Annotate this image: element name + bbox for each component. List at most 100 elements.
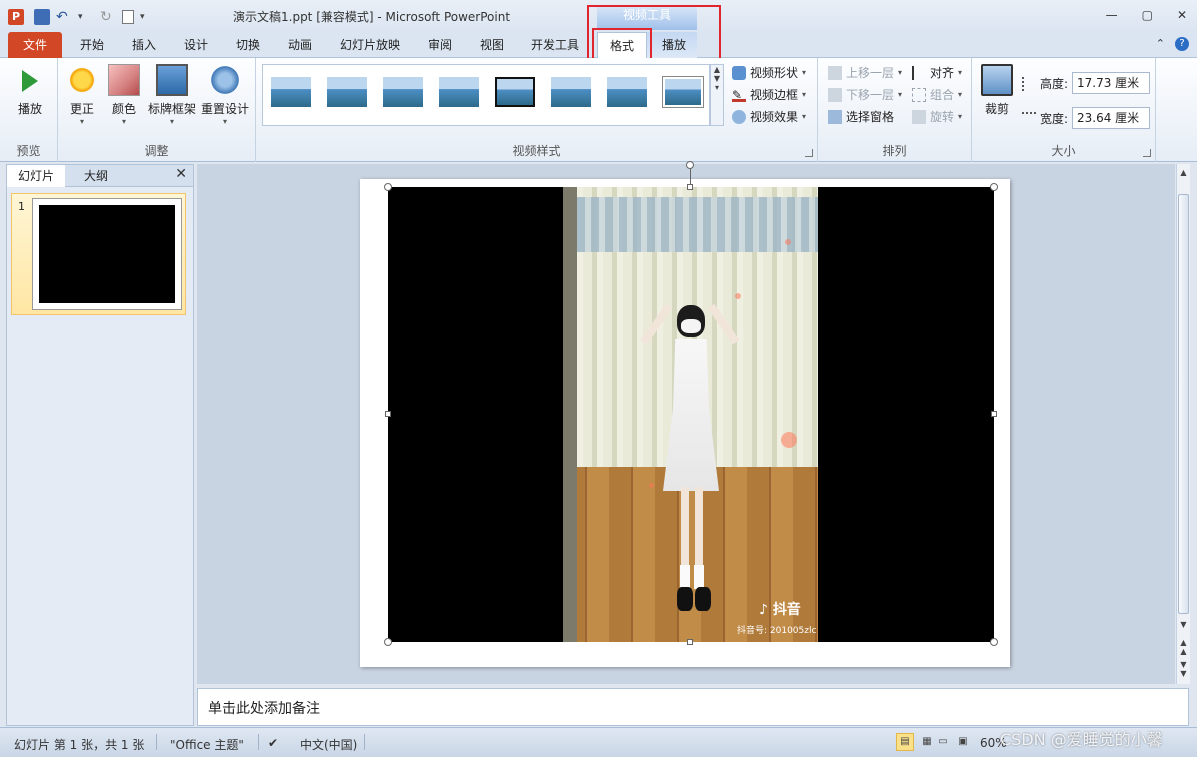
video-border-icon: ✎	[732, 88, 746, 102]
tab-outline[interactable]: 大纲	[67, 165, 125, 187]
gallery-scroll[interactable]: ▲ ▼ ▾	[710, 64, 724, 126]
minimize-icon[interactable]: —	[1106, 8, 1118, 22]
play-icon	[22, 70, 38, 92]
notes-pane[interactable]: 单击此处添加备注	[197, 688, 1189, 726]
language-status[interactable]: 中文(中国)	[300, 736, 357, 753]
ribbon: 播放 预览 更正 ▾ 颜色 ▾ 标牌框架 ▾ 重置设计 ▾ 调整 视频样式 ▲ …	[0, 58, 1197, 162]
video-shape-icon	[732, 65, 746, 80]
help-icon[interactable]: ?	[1175, 37, 1189, 51]
tab-review[interactable]: 审阅	[418, 32, 462, 58]
resize-handle-left[interactable]	[385, 411, 391, 417]
chevron-down-icon: ▾	[898, 90, 903, 99]
resize-handle-top[interactable]	[687, 184, 693, 190]
dancer-mask	[681, 319, 701, 333]
group-objects-icon	[912, 87, 926, 102]
minimize-ribbon-icon[interactable]: ⌃	[1156, 37, 1165, 51]
selection-pane-button[interactable]: 选择窗格	[828, 108, 894, 125]
tab-developer[interactable]: 开发工具	[524, 32, 586, 58]
video-style-thumbnail[interactable]	[271, 77, 311, 107]
scroll-thumb[interactable]	[1178, 194, 1189, 614]
resize-handle-right[interactable]	[991, 411, 997, 417]
vertical-scrollbar[interactable]: ▲ ▼ ▲ ▲ ▼ ▼	[1176, 164, 1190, 684]
theme-status[interactable]: "Office 主题"	[170, 736, 244, 753]
bring-forward-button[interactable]: 上移一层 ▾	[828, 64, 902, 81]
undo-dropdown-icon[interactable]: ▾	[78, 9, 94, 25]
tab-transitions[interactable]: 切换	[226, 32, 270, 58]
crop-button[interactable]: 裁剪	[980, 64, 1014, 117]
close-pane-icon[interactable]: ✕	[175, 166, 187, 182]
powerpoint-app-icon[interactable]: P	[8, 9, 24, 25]
slide-thumbnail-selected[interactable]: 1	[11, 193, 186, 315]
window-controls: — ▢ ✕	[1106, 8, 1187, 22]
reading-view-icon[interactable]: ▭	[934, 733, 952, 751]
video-style-thumbnail[interactable]	[663, 77, 703, 107]
rotation-handle[interactable]	[686, 161, 694, 169]
scroll-down-icon[interactable]: ▼	[1177, 620, 1190, 629]
video-style-thumbnail[interactable]	[495, 77, 535, 107]
video-effects-icon	[732, 109, 746, 124]
video-effects-button[interactable]: 视频效果 ▾	[732, 108, 806, 125]
tab-slides[interactable]: 幻灯片	[7, 165, 65, 187]
maximize-icon[interactable]: ▢	[1142, 8, 1153, 22]
width-icon	[1022, 111, 1036, 126]
corrections-button[interactable]: 更正 ▾	[64, 64, 100, 126]
undo-icon[interactable]: ↶	[56, 9, 72, 25]
group-objects-button[interactable]: 组合 ▾	[912, 86, 962, 103]
chevron-down-icon: ▾	[958, 112, 963, 121]
slideshow-view-icon[interactable]: ▣	[954, 733, 972, 751]
resize-handle-top-right[interactable]	[990, 183, 998, 191]
align-button[interactable]: 对齐 ▾	[912, 64, 962, 81]
send-backward-button[interactable]: 下移一层 ▾	[828, 86, 902, 103]
chevron-down-icon: ▾	[121, 117, 126, 126]
dialog-launcher-icon[interactable]	[1143, 149, 1151, 157]
dialog-launcher-icon[interactable]	[805, 149, 813, 157]
dancer-right-arm	[707, 303, 740, 345]
video-shape-button[interactable]: 视频形状 ▾	[732, 64, 806, 81]
video-frame[interactable]: ♪ 抖音 抖音号: 201005zlc	[563, 187, 818, 642]
play-button[interactable]: 播放	[10, 64, 50, 117]
resize-handle-bottom-right[interactable]	[990, 638, 998, 646]
width-input[interactable]: 23.64 厘米	[1072, 107, 1150, 129]
video-border-button[interactable]: ✎ 视频边框 ▾	[732, 86, 806, 103]
video-style-thumbnail[interactable]	[551, 77, 591, 107]
poster-frame-button[interactable]: 标牌框架 ▾	[146, 64, 198, 126]
group-adjust-label: 调整	[144, 144, 169, 158]
redo-icon[interactable]: ↻	[100, 9, 116, 25]
resize-handle-bottom[interactable]	[687, 639, 693, 645]
tab-slideshow[interactable]: 幻灯片放映	[332, 32, 408, 58]
close-icon[interactable]: ✕	[1177, 8, 1187, 22]
tab-insert[interactable]: 插入	[122, 32, 166, 58]
tab-animations[interactable]: 动画	[278, 32, 322, 58]
video-style-thumbnail[interactable]	[439, 77, 479, 107]
color-button[interactable]: 颜色 ▾	[106, 64, 142, 126]
video-style-thumbnail[interactable]	[383, 77, 423, 107]
window-title: 演示文稿1.ppt [兼容模式] - Microsoft PowerPoint	[233, 10, 511, 24]
rotate-button[interactable]: 旋转 ▾	[912, 108, 962, 125]
reset-design-label: 重置设计	[200, 102, 249, 116]
align-icon	[912, 65, 926, 80]
tab-design[interactable]: 设计	[174, 32, 218, 58]
new-document-icon[interactable]	[122, 10, 134, 24]
customize-qat-icon[interactable]: ▾	[140, 9, 156, 25]
normal-view-icon[interactable]: ▤	[896, 733, 914, 751]
tab-home[interactable]: 开始	[70, 32, 114, 58]
reset-design-button[interactable]: 重置设计 ▾	[200, 64, 250, 126]
slides-pane: 幻灯片 大纲 ✕ 1	[6, 164, 194, 726]
height-input[interactable]: 17.73 厘米	[1072, 72, 1150, 94]
next-slide-icon[interactable]: ▼ ▼	[1177, 660, 1190, 678]
chevron-down-icon: ▾	[958, 68, 963, 77]
tab-view[interactable]: 视图	[470, 32, 514, 58]
save-icon[interactable]	[34, 9, 50, 25]
resize-handle-top-left[interactable]	[384, 183, 392, 191]
video-style-thumbnail[interactable]	[327, 77, 367, 107]
slide-thumbnail[interactable]	[32, 198, 182, 310]
previous-slide-icon[interactable]: ▲ ▲	[1177, 638, 1190, 656]
scroll-up-icon[interactable]: ▲	[1177, 168, 1190, 177]
group-size-label: 大小	[1051, 144, 1076, 158]
video-style-thumbnail[interactable]	[607, 77, 647, 107]
group-preview-label: 预览	[16, 144, 41, 158]
tab-file[interactable]: 文件	[8, 32, 62, 58]
spellcheck-icon[interactable]: ✔	[268, 736, 278, 750]
send-backward-icon	[828, 87, 842, 102]
resize-handle-bottom-left[interactable]	[384, 638, 392, 646]
